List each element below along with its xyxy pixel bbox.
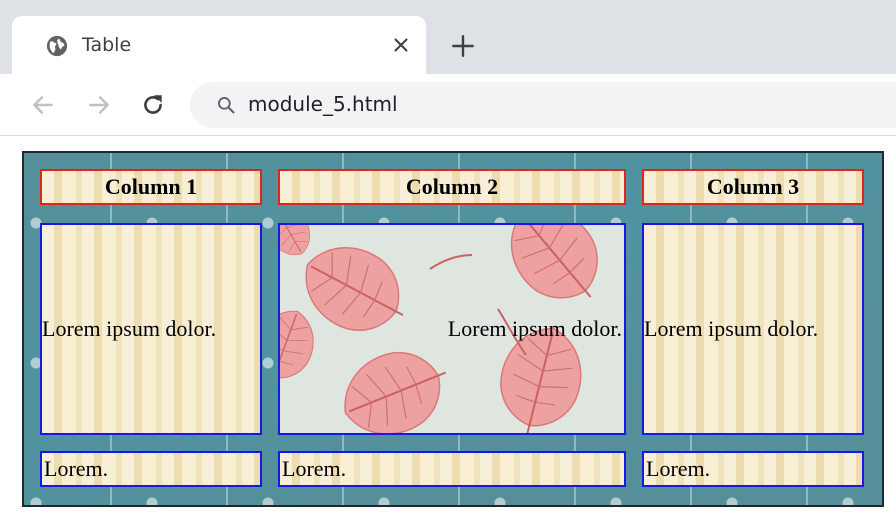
body-cell-2: Lorem ipsum dolor. <box>278 223 626 435</box>
footer-cell-1: Lorem. <box>40 451 262 487</box>
page-viewport: Column 1 Column 2 Column 3 Lorem ipsum d… <box>0 137 896 521</box>
address-bar[interactable]: module_5.html <box>190 82 896 128</box>
tab-title: Table <box>82 34 132 56</box>
plus-icon[interactable] <box>450 33 476 59</box>
back-arrow-icon[interactable] <box>30 92 56 118</box>
footer-cell-2: Lorem. <box>278 451 626 487</box>
globe-icon <box>46 35 68 57</box>
data-table: Column 1 Column 2 Column 3 Lorem ipsum d… <box>22 151 884 507</box>
forward-arrow-icon[interactable] <box>86 92 112 118</box>
header-cell-2: Column 2 <box>278 169 626 205</box>
url-text[interactable]: module_5.html <box>248 92 398 116</box>
body-cell-1: Lorem ipsum dolor. <box>40 223 262 435</box>
close-icon[interactable] <box>390 34 412 56</box>
browser-tab[interactable]: Table <box>12 16 426 74</box>
reload-icon[interactable] <box>140 92 166 118</box>
tab-strip: Table <box>0 0 896 74</box>
header-cell-3: Column 3 <box>642 169 864 205</box>
cell-text: Lorem ipsum dolor. <box>42 316 217 341</box>
header-cell-1: Column 1 <box>40 169 262 205</box>
body-cell-3: Lorem ipsum dolor. <box>642 223 864 435</box>
footer-cell-3: Lorem. <box>642 451 864 487</box>
browser-toolbar: module_5.html <box>0 74 896 136</box>
cell-text: Lorem ipsum dolor. <box>447 316 622 341</box>
search-icon <box>218 97 235 114</box>
cell-text: Lorem ipsum dolor. <box>644 316 819 341</box>
